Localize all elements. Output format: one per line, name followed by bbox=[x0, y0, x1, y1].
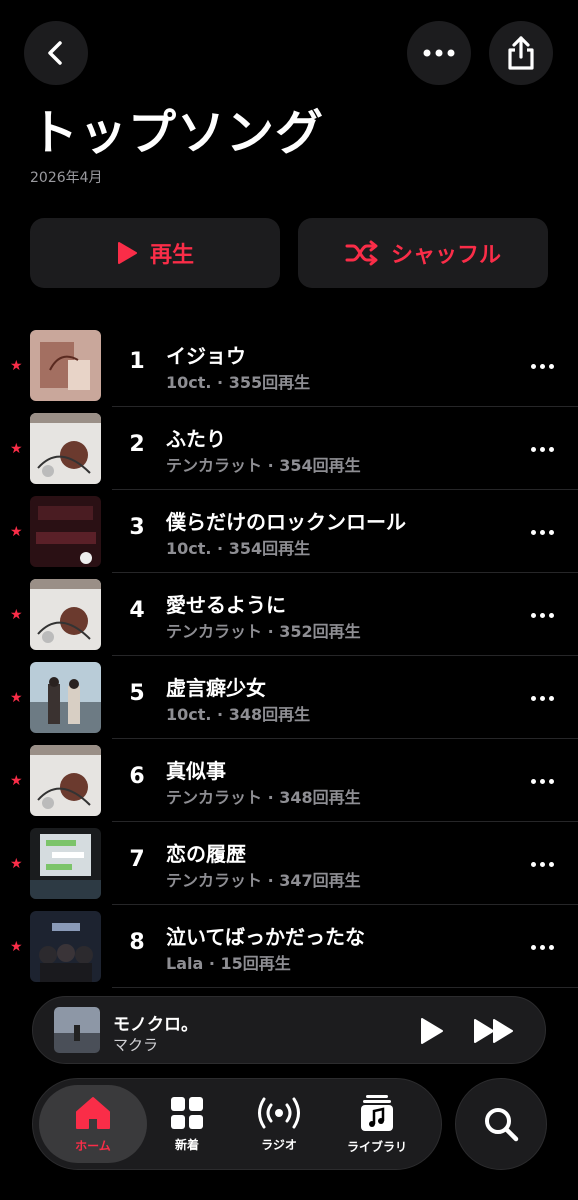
song-meta: テンカラット · 354回再生 bbox=[166, 456, 361, 475]
star-icon: ★ bbox=[10, 358, 23, 374]
album-art bbox=[30, 496, 101, 567]
back-button[interactable] bbox=[24, 21, 88, 85]
play-label: 再生 bbox=[149, 243, 194, 268]
search-icon bbox=[485, 1108, 519, 1142]
star-icon: ★ bbox=[10, 690, 23, 706]
star-icon: ★ bbox=[10, 441, 23, 457]
song-meta: 10ct. · 354回再生 bbox=[166, 539, 311, 558]
song-row[interactable]: ★ 3 僕らだけのロックンロール 10ct. · 354回再生 bbox=[0, 490, 578, 573]
song-meta: テンカラット · 352回再生 bbox=[166, 622, 361, 641]
now-playing-art bbox=[54, 1007, 100, 1053]
rank-number: 6 bbox=[129, 764, 145, 789]
page-subtitle: 2026年4月 bbox=[30, 170, 103, 186]
song-title: 泣いてばっかだったな bbox=[166, 925, 365, 949]
song-more-button[interactable] bbox=[522, 933, 562, 961]
play-icon bbox=[117, 242, 137, 264]
song-more-button[interactable] bbox=[522, 352, 562, 380]
song-more-button[interactable] bbox=[522, 684, 562, 712]
rank-number: 8 bbox=[129, 930, 145, 955]
song-row[interactable]: ★ 5 虚言癖少女 10ct. · 348回再生 bbox=[0, 656, 578, 739]
tab-new[interactable]: 新着 bbox=[139, 1085, 235, 1163]
ellipsis-icon bbox=[423, 49, 455, 57]
tab-home[interactable]: ホーム bbox=[39, 1085, 147, 1163]
song-title: 愛せるように bbox=[166, 593, 286, 617]
song-meta: 10ct. · 348回再生 bbox=[166, 705, 311, 724]
divider bbox=[112, 987, 578, 988]
library-icon bbox=[361, 1094, 393, 1131]
tab-radio[interactable]: ラジオ bbox=[231, 1085, 327, 1163]
song-title: 虚言癖少女 bbox=[166, 676, 266, 700]
song-meta: テンカラット · 348回再生 bbox=[166, 788, 361, 807]
song-meta: 10ct. · 355回再生 bbox=[166, 373, 311, 392]
song-row[interactable]: ★ 2 ふたり テンカラット · 354回再生 bbox=[0, 407, 578, 490]
song-title: イジョウ bbox=[166, 344, 246, 368]
star-icon: ★ bbox=[10, 524, 23, 540]
now-playing-title: モノクロ。 bbox=[113, 1015, 198, 1035]
shuffle-icon bbox=[345, 240, 378, 266]
share-button[interactable] bbox=[489, 21, 553, 85]
star-icon: ★ bbox=[10, 856, 23, 872]
rank-number: 5 bbox=[129, 681, 145, 706]
album-art bbox=[30, 745, 101, 816]
song-more-button[interactable] bbox=[522, 518, 562, 546]
tab-library[interactable]: ライブラリ bbox=[329, 1085, 425, 1163]
song-more-button[interactable] bbox=[522, 601, 562, 629]
song-row[interactable]: ★ 7 恋の履歴 テンカラット · 347回再生 bbox=[0, 822, 578, 905]
song-row[interactable]: ★ 4 愛せるように テンカラット · 352回再生 bbox=[0, 573, 578, 656]
album-art bbox=[30, 911, 101, 982]
tab-label: ホーム bbox=[75, 1138, 111, 1153]
rank-number: 4 bbox=[129, 598, 145, 623]
album-art bbox=[30, 579, 101, 650]
song-title: 恋の履歴 bbox=[166, 842, 246, 866]
chevron-left-icon bbox=[48, 41, 62, 65]
song-more-button[interactable] bbox=[522, 850, 562, 878]
search-button[interactable] bbox=[455, 1078, 547, 1170]
tab-bar: ホーム 新着 ラジオ ライブラリ bbox=[32, 1078, 442, 1170]
home-icon bbox=[76, 1096, 110, 1129]
mini-player[interactable]: モノクロ。 マクラ bbox=[32, 996, 546, 1064]
rank-number: 3 bbox=[129, 515, 145, 540]
song-row[interactable]: ★ 1 イジョウ 10ct. · 355回再生 bbox=[0, 324, 578, 407]
star-icon: ★ bbox=[10, 607, 23, 623]
song-meta: Lala · 15回再生 bbox=[166, 954, 291, 973]
song-more-button[interactable] bbox=[522, 435, 562, 463]
album-art bbox=[30, 413, 101, 484]
page-title: トップソング bbox=[30, 105, 325, 161]
rank-number: 7 bbox=[129, 847, 145, 872]
song-title: ふたり bbox=[166, 427, 226, 451]
more-options-button[interactable] bbox=[407, 21, 471, 85]
rank-number: 1 bbox=[129, 349, 145, 374]
fast-forward-icon[interactable] bbox=[473, 1017, 515, 1045]
album-art bbox=[30, 662, 101, 733]
song-meta: テンカラット · 347回再生 bbox=[166, 871, 361, 890]
tab-label: ラジオ bbox=[261, 1137, 297, 1152]
grid-icon bbox=[171, 1096, 203, 1129]
song-title: 真似事 bbox=[166, 759, 226, 783]
song-row[interactable]: ★ 6 真似事 テンカラット · 348回再生 bbox=[0, 739, 578, 822]
shuffle-button[interactable]: シャッフル bbox=[298, 218, 548, 288]
share-icon bbox=[508, 36, 534, 70]
tab-label: ライブラリ bbox=[346, 1139, 407, 1154]
play-button[interactable]: 再生 bbox=[30, 218, 280, 288]
star-icon: ★ bbox=[10, 773, 23, 789]
song-more-button[interactable] bbox=[522, 767, 562, 795]
album-art bbox=[30, 330, 101, 401]
song-title: 僕らだけのロックンロール bbox=[166, 510, 406, 534]
album-art bbox=[30, 828, 101, 899]
shuffle-label: シャッフル bbox=[390, 243, 501, 268]
radio-icon bbox=[258, 1097, 300, 1128]
tab-label: 新着 bbox=[174, 1137, 199, 1152]
now-playing-artist: マクラ bbox=[113, 1036, 159, 1054]
song-row[interactable]: ★ 8 泣いてばっかだったな Lala · 15回再生 bbox=[0, 905, 578, 988]
song-list: ★ 1 イジョウ 10ct. · 355回再生 ★ 2 ふたり テンカラット ·… bbox=[0, 324, 578, 988]
rank-number: 2 bbox=[129, 432, 145, 457]
play-icon[interactable] bbox=[416, 1017, 446, 1045]
star-icon: ★ bbox=[10, 939, 23, 955]
